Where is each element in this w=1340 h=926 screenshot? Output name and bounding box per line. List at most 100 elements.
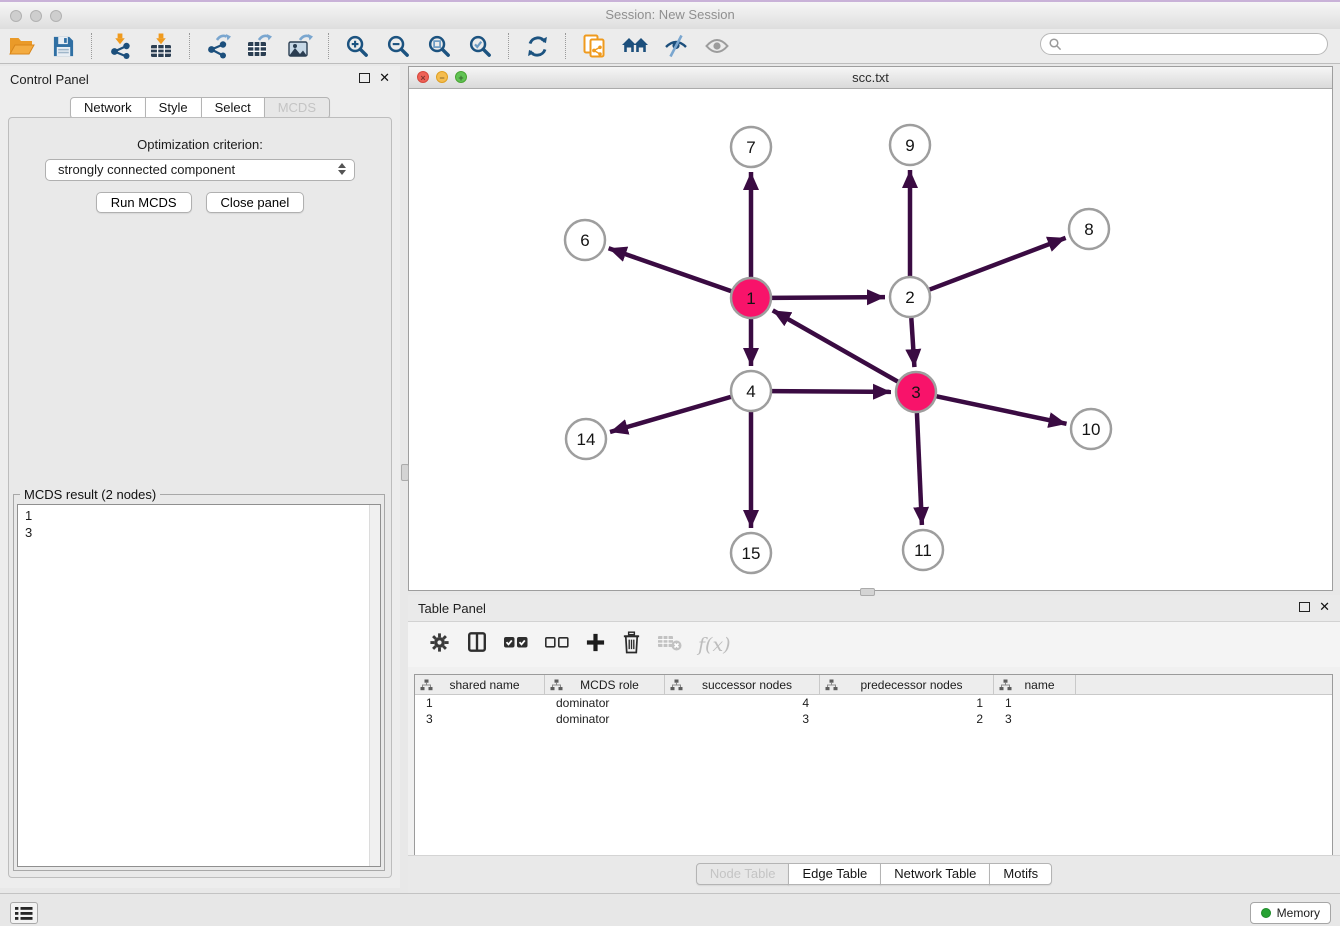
table-tab-network-table[interactable]: Network Table bbox=[880, 863, 990, 885]
tab-mcds[interactable]: MCDS bbox=[264, 97, 330, 119]
zoom-selected-button[interactable] bbox=[464, 31, 496, 61]
export-network-button[interactable] bbox=[202, 31, 234, 61]
close-panel-button[interactable]: Close panel bbox=[206, 192, 305, 213]
table-cell[interactable]: 4 bbox=[665, 696, 820, 710]
delete-column-button[interactable] bbox=[621, 631, 642, 659]
zoom-in-icon bbox=[345, 34, 370, 59]
save-session-button[interactable] bbox=[47, 31, 79, 61]
graph-edge-3-1[interactable] bbox=[773, 310, 898, 381]
help-home-button[interactable] bbox=[619, 31, 651, 61]
graph-node-2[interactable]: 2 bbox=[890, 277, 930, 317]
import-network-button[interactable] bbox=[104, 31, 136, 61]
table-tabs: Node TableEdge TableNetwork TableMotifs bbox=[408, 863, 1340, 885]
network-close-button[interactable]: × bbox=[417, 71, 429, 83]
graph-node-14[interactable]: 14 bbox=[566, 419, 606, 459]
edge-label-mark bbox=[829, 389, 838, 393]
table-cell[interactable]: 3 bbox=[415, 712, 545, 726]
column-header-shared-name[interactable]: shared name bbox=[415, 675, 545, 694]
graph-node-1[interactable]: 1 bbox=[731, 278, 771, 318]
open-file-button[interactable] bbox=[6, 31, 38, 61]
hide-panels-button[interactable] bbox=[660, 31, 692, 61]
node-label: 15 bbox=[742, 544, 761, 563]
tab-style[interactable]: Style bbox=[145, 97, 202, 119]
column-type-icon bbox=[999, 679, 1012, 691]
column-settings-gear-button[interactable] bbox=[428, 631, 451, 659]
float-panel-icon[interactable] bbox=[359, 73, 370, 83]
import-network-icon bbox=[107, 33, 133, 59]
graph-node-3[interactable]: 3 bbox=[896, 372, 936, 412]
run-mcds-button[interactable]: Run MCDS bbox=[96, 192, 192, 213]
vertical-divider-grip[interactable] bbox=[401, 464, 409, 481]
mcds-result-text[interactable]: 13 bbox=[17, 504, 381, 867]
graph-edge-3-11[interactable] bbox=[917, 413, 922, 525]
add-column-button[interactable] bbox=[585, 632, 606, 658]
graph-node-9[interactable]: 9 bbox=[890, 125, 930, 165]
close-table-panel-icon[interactable]: ✕ bbox=[1319, 601, 1330, 613]
table-cell[interactable]: 1 bbox=[994, 696, 1076, 710]
graph-node-11[interactable]: 11 bbox=[903, 530, 943, 570]
column-header-name[interactable]: name bbox=[994, 675, 1076, 694]
export-table-button[interactable] bbox=[243, 31, 275, 61]
show-panels-button-disabled bbox=[701, 31, 733, 61]
graph-node-4[interactable]: 4 bbox=[731, 371, 771, 411]
table-row[interactable]: 3dominator323 bbox=[415, 711, 1332, 727]
split-table-button[interactable] bbox=[466, 631, 488, 658]
network-minimize-button[interactable]: − bbox=[436, 71, 448, 83]
tab-select[interactable]: Select bbox=[201, 97, 265, 119]
graph-edge-2-3[interactable] bbox=[911, 318, 914, 367]
horizontal-divider-grip[interactable] bbox=[860, 588, 875, 596]
table-cell[interactable]: dominator bbox=[545, 696, 665, 710]
graph-node-8[interactable]: 8 bbox=[1069, 209, 1109, 249]
memory-button[interactable]: Memory bbox=[1250, 902, 1331, 924]
node-label: 2 bbox=[905, 288, 914, 307]
graph-node-7[interactable]: 7 bbox=[731, 127, 771, 167]
zoom-window-button[interactable] bbox=[50, 10, 62, 22]
graph-node-6[interactable]: 6 bbox=[565, 220, 605, 260]
float-table-panel-icon[interactable] bbox=[1299, 602, 1310, 612]
export-network-icon bbox=[205, 33, 231, 59]
result-scrollbar[interactable] bbox=[369, 505, 380, 866]
status-bar: Memory bbox=[0, 893, 1340, 926]
network-canvas[interactable]: 1 2 3 4 6 7 8 9 10 11 14 15 bbox=[409, 89, 1332, 590]
node-label: 4 bbox=[746, 382, 755, 401]
search-box[interactable] bbox=[1040, 33, 1328, 55]
graph-edge-4-14[interactable] bbox=[610, 397, 731, 432]
zoom-out-button[interactable] bbox=[382, 31, 414, 61]
table-cell[interactable]: 3 bbox=[994, 712, 1076, 726]
table-tab-node-table[interactable]: Node Table bbox=[696, 863, 790, 885]
clone-network-button[interactable] bbox=[578, 31, 610, 61]
zoom-in-button[interactable] bbox=[341, 31, 373, 61]
criterion-select[interactable]: strongly connected component bbox=[45, 159, 355, 181]
table-tab-motifs[interactable]: Motifs bbox=[989, 863, 1052, 885]
select-all-columns-button[interactable] bbox=[503, 633, 529, 656]
export-image-button[interactable] bbox=[284, 31, 316, 61]
minimize-window-button[interactable] bbox=[30, 10, 42, 22]
table-cell[interactable]: 1 bbox=[820, 696, 994, 710]
table-cell[interactable]: 1 bbox=[415, 696, 545, 710]
table-tab-edge-table[interactable]: Edge Table bbox=[788, 863, 881, 885]
table-cell[interactable]: dominator bbox=[545, 712, 665, 726]
search-input[interactable] bbox=[1067, 36, 1311, 52]
node-label: 6 bbox=[580, 231, 589, 250]
table-row[interactable]: 1dominator411 bbox=[415, 695, 1332, 711]
column-header-mcds-role[interactable]: MCDS role bbox=[545, 675, 665, 694]
tab-network[interactable]: Network bbox=[70, 97, 146, 119]
network-maximize-button[interactable]: + bbox=[455, 71, 467, 83]
zoom-fit-button[interactable] bbox=[423, 31, 455, 61]
graph-edge-1-6[interactable] bbox=[609, 248, 732, 291]
close-window-button[interactable] bbox=[10, 10, 22, 22]
unselect-all-columns-button[interactable] bbox=[544, 633, 570, 656]
graph-node-15[interactable]: 15 bbox=[731, 533, 771, 573]
graph-edge-3-10[interactable] bbox=[937, 396, 1067, 423]
import-table-button[interactable] bbox=[145, 31, 177, 61]
refresh-view-button[interactable] bbox=[521, 31, 553, 61]
graph-edge-2-8[interactable] bbox=[930, 238, 1066, 290]
column-header-predecessor-nodes[interactable]: predecessor nodes bbox=[820, 675, 994, 694]
task-history-button[interactable] bbox=[10, 902, 38, 924]
graph-node-10[interactable]: 10 bbox=[1071, 409, 1111, 449]
node-label: 14 bbox=[577, 430, 596, 449]
column-header-successor-nodes[interactable]: successor nodes bbox=[665, 675, 820, 694]
close-panel-icon[interactable]: ✕ bbox=[379, 72, 390, 84]
table-cell[interactable]: 3 bbox=[665, 712, 820, 726]
table-cell[interactable]: 2 bbox=[820, 712, 994, 726]
